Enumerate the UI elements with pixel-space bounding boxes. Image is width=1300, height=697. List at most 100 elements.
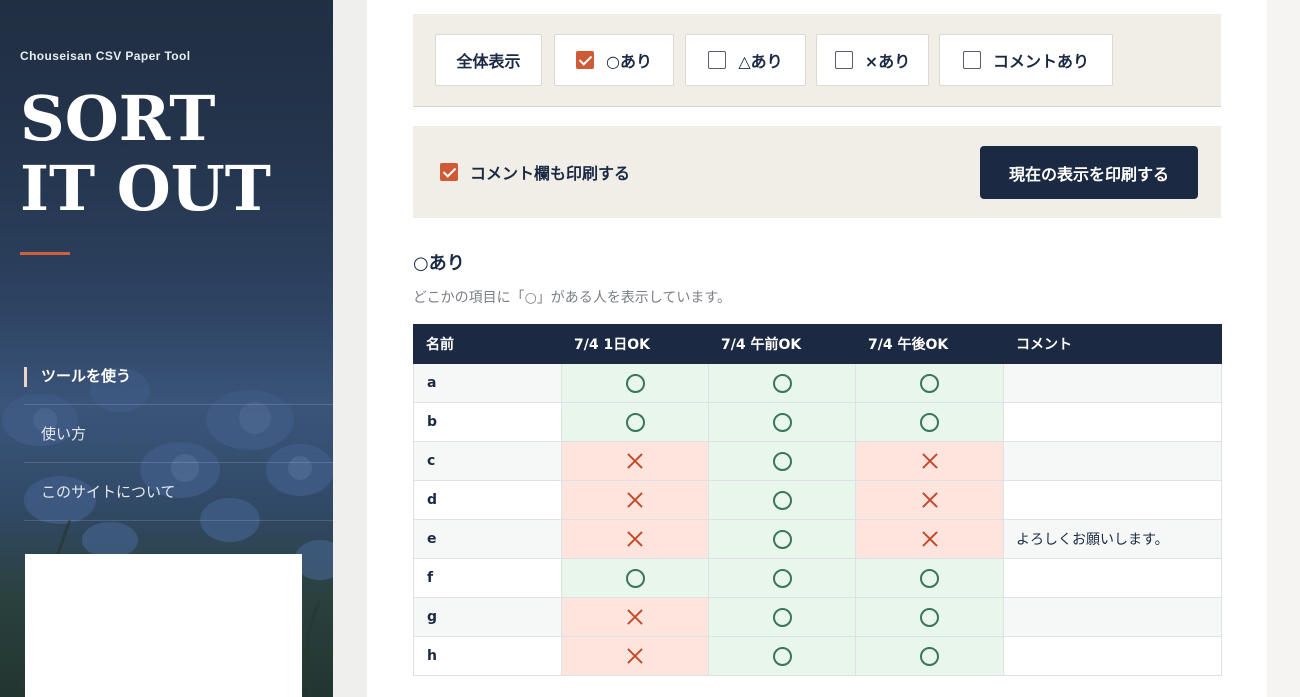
cell-availability <box>708 480 856 520</box>
filter-sankaku-checkbox[interactable] <box>708 51 727 69</box>
circle-ok-icon <box>920 412 939 432</box>
filter-maru-toggle[interactable]: ○あり <box>554 34 674 86</box>
cell-name: e <box>413 519 562 559</box>
circle-ok-icon <box>772 646 792 666</box>
sidebar-nav: ツールを使う 使い方 このサイトについて <box>24 347 333 521</box>
cell-name: d <box>413 480 562 520</box>
cell-availability <box>855 363 1004 403</box>
circle-ok-icon <box>772 412 792 432</box>
filter-batsu-checkbox[interactable] <box>834 51 853 69</box>
filter-comment-label: コメントあり <box>992 52 1089 71</box>
cell-name: c <box>413 441 562 481</box>
circle-ok-icon <box>920 373 939 393</box>
cell-availability <box>561 363 709 403</box>
circle-ok-icon <box>772 451 792 471</box>
filter-sankaku-label: △あり <box>738 52 783 71</box>
sidebar-item-about[interactable]: このサイトについて <box>24 463 333 521</box>
sidebar-item-how-to[interactable]: 使い方 <box>24 405 333 463</box>
cell-availability <box>855 597 1004 637</box>
circle-ok-icon <box>625 568 645 588</box>
print-comment-checkbox[interactable] <box>440 163 458 181</box>
sidebar: Chouseisan CSV Paper Tool SORT IT OUT ツー… <box>0 0 333 697</box>
result-table: 名前 7/4 1日OK 7/4 午前OK 7/4 午後OK コメント abcde… <box>413 324 1222 676</box>
cell-availability <box>561 558 709 598</box>
filter-show-all-label: 全体表示 <box>456 52 521 71</box>
cell-name: f <box>413 558 562 598</box>
filter-comment-checkbox[interactable] <box>962 51 981 69</box>
cell-availability <box>561 480 709 520</box>
column-header-afternoon: 7/4 午後OK <box>855 324 1004 364</box>
cross-ng-icon <box>626 530 644 548</box>
column-header-name: 名前 <box>413 324 562 364</box>
cross-ng-icon <box>626 647 644 665</box>
cell-availability <box>855 558 1004 598</box>
table-row: a <box>413 363 1222 403</box>
table-row: h <box>413 636 1222 676</box>
cell-availability <box>708 558 856 598</box>
print-comment-option[interactable]: コメント欄も印刷する <box>440 160 630 184</box>
cell-availability <box>708 636 856 676</box>
circle-ok-icon <box>772 529 792 549</box>
brand-logo-text[interactable]: SORT IT OUT <box>20 84 271 224</box>
cell-availability <box>855 636 1004 676</box>
column-header-morning: 7/4 午前OK <box>708 324 856 364</box>
filter-comment-toggle[interactable]: コメントあり <box>939 34 1113 86</box>
filter-show-all-button[interactable]: 全体表示 <box>435 34 542 86</box>
cell-comment <box>1003 597 1222 637</box>
cell-name: h <box>413 636 562 676</box>
circle-ok-icon <box>920 646 939 666</box>
filter-batsu-toggle[interactable]: ×あり <box>816 34 929 86</box>
cell-availability <box>855 402 1004 442</box>
filter-batsu-label: ×あり <box>864 52 911 71</box>
circle-ok-icon <box>625 373 645 393</box>
cross-ng-icon <box>921 491 939 509</box>
section-description: どこかの項目に「○」がある人を表示しています。 <box>413 290 731 306</box>
filter-maru-checkbox[interactable] <box>576 51 595 69</box>
brand-line-1: SORT <box>20 82 216 155</box>
cell-availability <box>855 480 1004 520</box>
cell-name: a <box>413 363 562 403</box>
circle-ok-icon <box>772 568 792 588</box>
cell-availability <box>708 441 856 481</box>
main-content: 全体表示 ○あり △あり ×あり コメントあり コメント欄も印刷する 現在の表示… <box>367 0 1267 697</box>
circle-ok-icon <box>772 607 792 627</box>
print-button[interactable]: 現在の表示を印刷する <box>980 146 1198 199</box>
cell-availability <box>561 441 709 481</box>
cell-name: b <box>413 402 562 442</box>
cell-name: g <box>413 597 562 637</box>
table-row: b <box>413 402 1222 442</box>
section-title: ○あり <box>413 253 465 274</box>
column-header-allday: 7/4 1日OK <box>561 324 709 364</box>
page-right-gutter <box>1267 0 1300 697</box>
brand-subtitle: Chouseisan CSV Paper Tool <box>20 49 191 63</box>
cell-comment: よろしくお願いします。 <box>1003 519 1222 559</box>
column-header-comment: コメント <box>1003 324 1222 364</box>
cell-availability <box>561 636 709 676</box>
cell-comment <box>1003 480 1222 520</box>
cell-availability <box>708 363 856 403</box>
circle-ok-icon <box>772 373 792 393</box>
table-row: d <box>413 480 1222 520</box>
print-bar: コメント欄も印刷する 現在の表示を印刷する <box>413 126 1221 218</box>
table-row: e よろしくお願いします。 <box>413 519 1222 559</box>
table-body: a b c d e よろしくお願いします。 f g h <box>413 363 1222 676</box>
cell-comment <box>1003 402 1222 442</box>
cell-availability <box>561 519 709 559</box>
print-comment-label: コメント欄も印刷する <box>470 164 631 183</box>
cell-comment <box>1003 636 1222 676</box>
cell-availability <box>708 519 856 559</box>
filter-bar: 全体表示 ○あり △あり ×あり コメントあり <box>413 14 1221 107</box>
brand-line-2: IT OUT <box>20 152 271 225</box>
cross-ng-icon <box>921 452 939 470</box>
sidebar-item-use-tool[interactable]: ツールを使う <box>24 347 333 405</box>
table-row: g <box>413 597 1222 637</box>
cell-availability <box>561 597 709 637</box>
cell-availability <box>855 519 1004 559</box>
cross-ng-icon <box>626 608 644 626</box>
cell-comment <box>1003 441 1222 481</box>
cell-availability <box>708 402 856 442</box>
cross-ng-icon <box>626 452 644 470</box>
circle-ok-icon <box>772 490 792 510</box>
filter-sankaku-toggle[interactable]: △あり <box>685 34 806 86</box>
table-header-row: 名前 7/4 1日OK 7/4 午前OK 7/4 午後OK コメント <box>413 324 1222 364</box>
